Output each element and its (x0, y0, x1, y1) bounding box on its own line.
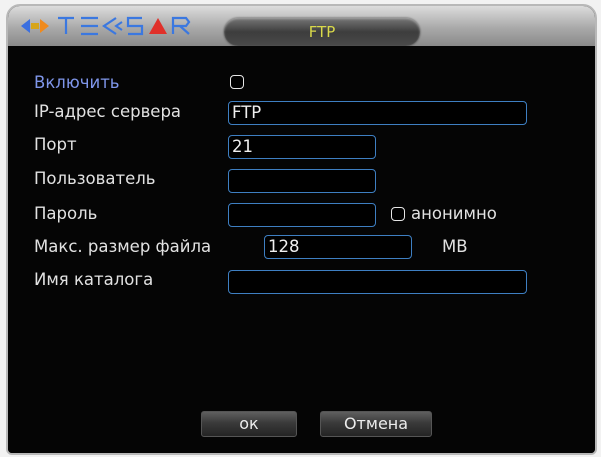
max-file-size-input[interactable]: 128 (264, 235, 412, 259)
server-address-input[interactable]: FTP (228, 101, 527, 125)
password-label: Пароль (34, 204, 98, 223)
port-input[interactable]: 21 (228, 135, 376, 159)
form-area: Включить IP-адрес сервера FTP Порт 21 По… (8, 46, 595, 453)
anonymous-label: анонимно (411, 204, 497, 223)
server-label: IP-адрес сервера (34, 102, 182, 121)
max-file-size-unit: MB (442, 237, 468, 256)
port-label: Порт (34, 135, 77, 154)
catalog-input[interactable] (228, 270, 527, 294)
tesar-wordmark (58, 16, 191, 36)
max-file-size-label: Макс. размер файла (34, 237, 212, 256)
enable-checkbox[interactable] (230, 75, 244, 89)
catalog-label: Имя каталога (34, 270, 154, 289)
cancel-button[interactable]: Отмена (320, 411, 432, 437)
user-label: Пользователь (34, 169, 156, 188)
ok-button[interactable]: ок (201, 411, 297, 437)
user-input[interactable] (228, 169, 376, 193)
ftp-settings-dialog: FTP Включить IP-адрес сервера FTP Порт 2… (6, 4, 597, 455)
tab-ftp[interactable]: FTP (224, 18, 420, 46)
brand-logo (20, 15, 206, 37)
title-bar: FTP (8, 6, 595, 46)
nav-arrows-icon (20, 17, 50, 35)
enable-label: Включить (34, 73, 120, 92)
anonymous-checkbox[interactable] (391, 207, 405, 221)
password-input[interactable] (228, 203, 376, 227)
